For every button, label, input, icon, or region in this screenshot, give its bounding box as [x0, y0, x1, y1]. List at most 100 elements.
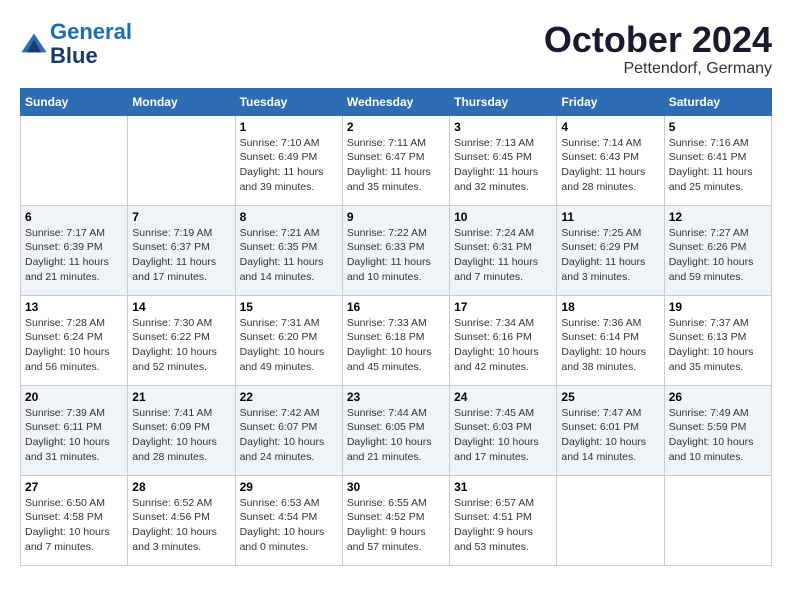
day-number: 21: [132, 390, 230, 404]
day-cell: 24 Sunrise: 7:45 AM Sunset: 6:03 PM Dayli…: [450, 385, 557, 475]
day-cell: 2Sunrise: 7:11 AM Sunset: 6:47 PM Daylig…: [342, 115, 449, 205]
week-row-5: 27 Sunrise: 6:50 AM Sunset: 4:58 PM Dayli…: [21, 475, 772, 565]
day-cell: 11 Sunrise: 7:25 AM Sunset: 6:29 PM Dayli…: [557, 205, 664, 295]
day-cell: 12 Sunrise: 7:27 AM Sunset: 6:26 PM Dayli…: [664, 205, 771, 295]
day-cell: [128, 115, 235, 205]
day-info: Sunrise: 6:50 AM Sunset: 4:58 PM Dayligh…: [25, 496, 123, 555]
day-cell: 19 Sunrise: 7:37 AM Sunset: 6:13 PM Dayli…: [664, 295, 771, 385]
weekday-header-sunday: Sunday: [21, 88, 128, 115]
day-number: 20: [25, 390, 123, 404]
day-info: Sunrise: 7:39 AM Sunset: 6:11 PM Dayligh…: [25, 406, 123, 465]
day-info: Sunrise: 7:42 AM Sunset: 6:07 PM Dayligh…: [240, 406, 338, 465]
day-info: Sunrise: 7:14 AM Sunset: 6:43 PM Dayligh…: [561, 136, 659, 195]
week-row-4: 20 Sunrise: 7:39 AM Sunset: 6:11 PM Dayli…: [21, 385, 772, 475]
calendar-table: SundayMondayTuesdayWednesdayThursdayFrid…: [20, 88, 772, 566]
day-info: Sunrise: 7:13 AM Sunset: 6:45 PM Dayligh…: [454, 136, 552, 195]
day-cell: 10 Sunrise: 7:24 AM Sunset: 6:31 PM Dayli…: [450, 205, 557, 295]
day-cell: 14Sunrise: 7:30 AM Sunset: 6:22 PM Dayli…: [128, 295, 235, 385]
day-info: Sunrise: 7:36 AM Sunset: 6:14 PM Dayligh…: [561, 316, 659, 375]
day-cell: 17 Sunrise: 7:34 AM Sunset: 6:16 PM Dayli…: [450, 295, 557, 385]
weekday-header-row: SundayMondayTuesdayWednesdayThursdayFrid…: [21, 88, 772, 115]
day-number: 3: [454, 120, 552, 134]
day-info: Sunrise: 7:16 AM Sunset: 6:41 PM Dayligh…: [669, 136, 767, 195]
day-cell: 15Sunrise: 7:31 AM Sunset: 6:20 PM Dayli…: [235, 295, 342, 385]
day-number: 28: [132, 480, 230, 494]
day-number: 29: [240, 480, 338, 494]
week-row-2: 6Sunrise: 7:17 AM Sunset: 6:39 PM Daylig…: [21, 205, 772, 295]
day-cell: 23 Sunrise: 7:44 AM Sunset: 6:05 PM Dayli…: [342, 385, 449, 475]
month-title: October 2024: [544, 20, 772, 60]
weekday-header-wednesday: Wednesday: [342, 88, 449, 115]
day-number: 5: [669, 120, 767, 134]
week-row-3: 13 Sunrise: 7:28 AM Sunset: 6:24 PM Dayli…: [21, 295, 772, 385]
day-info: Sunrise: 6:52 AM Sunset: 4:56 PM Dayligh…: [132, 496, 230, 555]
day-cell: 22 Sunrise: 7:42 AM Sunset: 6:07 PM Dayli…: [235, 385, 342, 475]
day-cell: 13 Sunrise: 7:28 AM Sunset: 6:24 PM Dayli…: [21, 295, 128, 385]
day-cell: 27 Sunrise: 6:50 AM Sunset: 4:58 PM Dayli…: [21, 475, 128, 565]
day-cell: 4 Sunrise: 7:14 AM Sunset: 6:43 PM Daylig…: [557, 115, 664, 205]
weekday-header-monday: Monday: [128, 88, 235, 115]
day-info: Sunrise: 6:55 AM Sunset: 4:52 PM Dayligh…: [347, 496, 445, 555]
day-number: 19: [669, 300, 767, 314]
day-number: 24: [454, 390, 552, 404]
day-cell: 16Sunrise: 7:33 AM Sunset: 6:18 PM Dayli…: [342, 295, 449, 385]
day-cell: 8 Sunrise: 7:21 AM Sunset: 6:35 PM Daylig…: [235, 205, 342, 295]
day-cell: 21Sunrise: 7:41 AM Sunset: 6:09 PM Dayli…: [128, 385, 235, 475]
day-cell: [21, 115, 128, 205]
day-info: Sunrise: 7:45 AM Sunset: 6:03 PM Dayligh…: [454, 406, 552, 465]
day-number: 14: [132, 300, 230, 314]
day-number: 9: [347, 210, 445, 224]
day-cell: 31 Sunrise: 6:57 AM Sunset: 4:51 PM Dayli…: [450, 475, 557, 565]
day-number: 17: [454, 300, 552, 314]
day-info: Sunrise: 7:37 AM Sunset: 6:13 PM Dayligh…: [669, 316, 767, 375]
day-number: 27: [25, 480, 123, 494]
day-cell: 30 Sunrise: 6:55 AM Sunset: 4:52 PM Dayli…: [342, 475, 449, 565]
day-cell: 18 Sunrise: 7:36 AM Sunset: 6:14 PM Dayli…: [557, 295, 664, 385]
day-number: 11: [561, 210, 659, 224]
day-info: Sunrise: 7:27 AM Sunset: 6:26 PM Dayligh…: [669, 226, 767, 285]
day-number: 12: [669, 210, 767, 224]
day-number: 31: [454, 480, 552, 494]
day-cell: 1 Sunrise: 7:10 AM Sunset: 6:49 PM Daylig…: [235, 115, 342, 205]
title-block: October 2024 Pettendorf, Germany: [544, 20, 772, 78]
day-number: 2: [347, 120, 445, 134]
day-number: 22: [240, 390, 338, 404]
day-info: Sunrise: 7:28 AM Sunset: 6:24 PM Dayligh…: [25, 316, 123, 375]
day-info: Sunrise: 6:57 AM Sunset: 4:51 PM Dayligh…: [454, 496, 552, 555]
day-info: Sunrise: 6:53 AM Sunset: 4:54 PM Dayligh…: [240, 496, 338, 555]
day-info: Sunrise: 7:47 AM Sunset: 6:01 PM Dayligh…: [561, 406, 659, 465]
day-info: Sunrise: 7:33 AM Sunset: 6:18 PM Dayligh…: [347, 316, 445, 375]
day-info: Sunrise: 7:10 AM Sunset: 6:49 PM Dayligh…: [240, 136, 338, 195]
day-number: 18: [561, 300, 659, 314]
page-header: GeneralBlue October 2024 Pettendorf, Ger…: [20, 20, 772, 78]
day-info: Sunrise: 7:21 AM Sunset: 6:35 PM Dayligh…: [240, 226, 338, 285]
day-number: 10: [454, 210, 552, 224]
day-number: 1: [240, 120, 338, 134]
logo-icon: [20, 30, 48, 58]
day-cell: 28 Sunrise: 6:52 AM Sunset: 4:56 PM Dayli…: [128, 475, 235, 565]
day-info: Sunrise: 7:24 AM Sunset: 6:31 PM Dayligh…: [454, 226, 552, 285]
day-number: 4: [561, 120, 659, 134]
day-info: Sunrise: 7:34 AM Sunset: 6:16 PM Dayligh…: [454, 316, 552, 375]
weekday-header-thursday: Thursday: [450, 88, 557, 115]
day-number: 26: [669, 390, 767, 404]
weekday-header-saturday: Saturday: [664, 88, 771, 115]
day-info: Sunrise: 7:17 AM Sunset: 6:39 PM Dayligh…: [25, 226, 123, 285]
day-number: 23: [347, 390, 445, 404]
day-number: 7: [132, 210, 230, 224]
day-cell: 9Sunrise: 7:22 AM Sunset: 6:33 PM Daylig…: [342, 205, 449, 295]
day-info: Sunrise: 7:44 AM Sunset: 6:05 PM Dayligh…: [347, 406, 445, 465]
day-cell: [557, 475, 664, 565]
day-cell: 5 Sunrise: 7:16 AM Sunset: 6:41 PM Daylig…: [664, 115, 771, 205]
day-info: Sunrise: 7:31 AM Sunset: 6:20 PM Dayligh…: [240, 316, 338, 375]
week-row-1: 1 Sunrise: 7:10 AM Sunset: 6:49 PM Daylig…: [21, 115, 772, 205]
day-cell: 25Sunrise: 7:47 AM Sunset: 6:01 PM Dayli…: [557, 385, 664, 475]
day-number: 30: [347, 480, 445, 494]
day-number: 13: [25, 300, 123, 314]
logo-text: GeneralBlue: [50, 20, 132, 68]
day-cell: 29 Sunrise: 6:53 AM Sunset: 4:54 PM Dayli…: [235, 475, 342, 565]
day-info: Sunrise: 7:25 AM Sunset: 6:29 PM Dayligh…: [561, 226, 659, 285]
day-number: 8: [240, 210, 338, 224]
weekday-header-friday: Friday: [557, 88, 664, 115]
weekday-header-tuesday: Tuesday: [235, 88, 342, 115]
